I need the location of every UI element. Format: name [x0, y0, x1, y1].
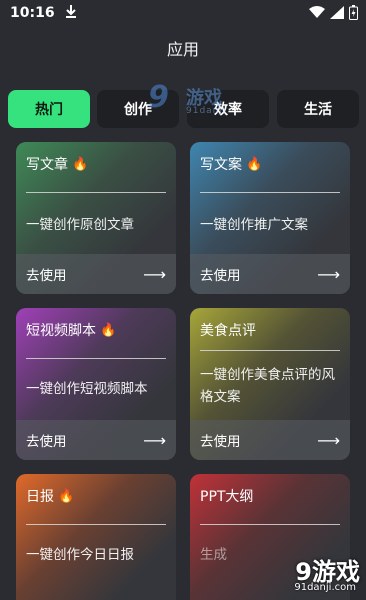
fire-icon: 🔥 [58, 488, 75, 504]
card-description: 一键创作原创文章 [26, 217, 134, 233]
use-label: 去使用 [200, 268, 241, 284]
fire-icon: 🔥 [246, 156, 263, 172]
arrow-right-icon: ⟶ [317, 430, 340, 450]
card-title: PPT大纲 [200, 489, 254, 505]
card-description: 一键创作美食点评的风格文案 [200, 367, 335, 405]
card-write-copy[interactable]: 写文案 🔥 一键创作推广文案 去使用 ⟶ [190, 142, 350, 294]
battery-icon [349, 5, 358, 20]
card-description: 一键创作今日日报 [26, 547, 134, 563]
card-title: 美食点评 [200, 323, 256, 339]
divider [200, 192, 340, 193]
card-description: 一键创作推广文案 [200, 217, 308, 233]
fire-icon: 🔥 [72, 156, 89, 172]
card-daily-report[interactable]: 日报 🔥 一键创作今日日报 [16, 474, 176, 600]
divider [26, 192, 166, 193]
tab-life[interactable]: 生活 [277, 90, 359, 128]
use-button[interactable]: 去使用 ⟶ [190, 420, 350, 460]
download-arrow-icon [65, 4, 77, 22]
card-title: 日报 [26, 489, 54, 505]
status-bar: 10:16 [0, 0, 366, 26]
category-tabs: 热门 创作 效率 生活 [8, 90, 359, 128]
tab-efficiency[interactable]: 效率 [187, 90, 269, 128]
page-title: 应用 [166, 40, 199, 59]
card-title: 短视频脚本 [26, 323, 96, 339]
card-title: 写文案 [200, 157, 242, 173]
use-button[interactable]: 去使用 ⟶ [16, 254, 176, 294]
fire-icon: 🔥 [100, 322, 117, 338]
tab-hot[interactable]: 热门 [8, 90, 90, 128]
card-ppt-outline[interactable]: PPT大纲 生成 [190, 474, 350, 600]
arrow-right-icon: ⟶ [143, 264, 166, 284]
divider [26, 358, 166, 359]
use-label: 去使用 [200, 434, 241, 450]
wifi-icon [309, 6, 325, 18]
card-short-video-script[interactable]: 短视频脚本 🔥 一键创作短视频脚本 去使用 ⟶ [16, 308, 176, 460]
tab-create[interactable]: 创作 [97, 90, 179, 128]
use-label: 去使用 [26, 434, 67, 450]
card-write-article[interactable]: 写文章 🔥 一键创作原创文章 去使用 ⟶ [16, 142, 176, 294]
card-description: 一键创作短视频脚本 [26, 381, 148, 397]
divider [200, 524, 340, 525]
signal-icon [330, 6, 344, 19]
use-button[interactable]: 去使用 ⟶ [190, 254, 350, 294]
arrow-right-icon: ⟶ [317, 264, 340, 284]
card-description: 生成 [200, 547, 227, 563]
card-title: 写文章 [26, 157, 68, 173]
divider [200, 350, 340, 351]
use-button[interactable]: 去使用 ⟶ [16, 420, 176, 460]
arrow-right-icon: ⟶ [143, 430, 166, 450]
status-time: 10:16 [10, 5, 55, 21]
status-icons [309, 5, 358, 20]
card-food-review[interactable]: 美食点评 一键创作美食点评的风格文案 去使用 ⟶ [190, 308, 350, 460]
use-label: 去使用 [26, 268, 67, 284]
divider [26, 524, 166, 525]
